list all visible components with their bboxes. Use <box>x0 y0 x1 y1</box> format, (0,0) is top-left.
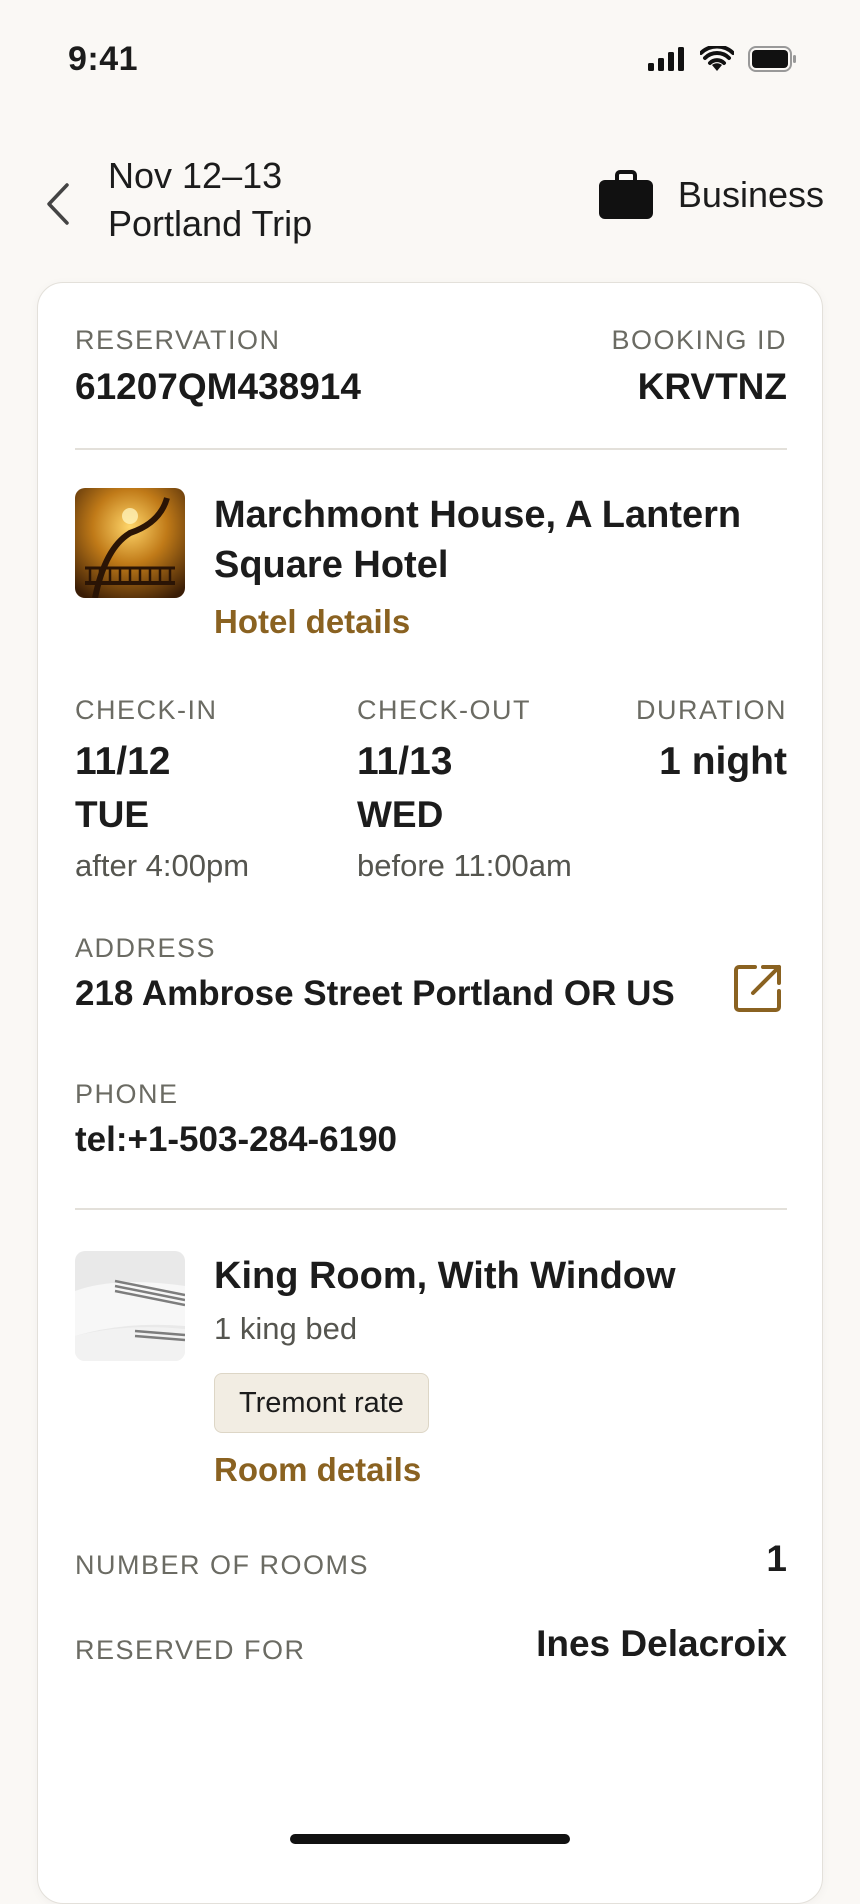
status-icons <box>648 46 798 72</box>
external-link-icon <box>734 965 781 1012</box>
address-section: ADDRESS 218 Ambrose Street Portland OR U… <box>75 933 787 1043</box>
divider <box>75 1208 787 1210</box>
trip-title: Nov 12–13 Portland Trip <box>108 152 312 248</box>
checkout-label: CHECK-OUT <box>357 695 531 725</box>
number-of-rooms-row: NUMBER OF ROOMS 1 <box>75 1538 787 1598</box>
phone-label: PHONE <box>75 1079 179 1109</box>
address-value: 218 Ambrose Street Portland OR US <box>75 974 675 1013</box>
briefcase-icon <box>598 170 653 219</box>
cellular-signal-icon <box>648 47 684 71</box>
room-name: King Room, With Window <box>214 1255 676 1297</box>
duration-label: DURATION <box>636 695 787 725</box>
hotel-section: Marchmont House, A Lantern Square Hotel … <box>75 488 787 648</box>
trip-dates: Nov 12–13 <box>108 155 283 196</box>
hotel-photo <box>75 488 185 598</box>
battery-icon <box>748 46 796 72</box>
reservation-row: RESERVATION 61207QM438914 BOOKING ID KRV… <box>75 325 787 415</box>
checkin-time: after 4:00pm <box>75 848 250 883</box>
duration-column: DURATION 1 night <box>636 695 787 784</box>
trip-type-selector[interactable]: Business <box>598 170 824 220</box>
chevron-left-icon <box>47 183 69 225</box>
status-bar: 9:41 <box>0 0 860 110</box>
rate-badge: Tremont rate <box>214 1373 429 1433</box>
status-time: 9:41 <box>68 40 139 78</box>
checkin-label: CHECK-IN <box>75 695 218 725</box>
room-photo <box>75 1251 185 1361</box>
divider <box>75 448 787 450</box>
trip-header: Nov 12–13 Portland Trip Business <box>0 140 860 260</box>
hotel-details-link[interactable]: Hotel details <box>214 603 410 641</box>
back-button[interactable] <box>38 174 78 234</box>
phone-value[interactable]: tel:+1-503-284-6190 <box>75 1120 787 1160</box>
open-map-button[interactable] <box>733 963 783 1013</box>
room-section: King Room, With Window 1 king bed Tremon… <box>75 1251 787 1501</box>
trip-name: Portland Trip <box>108 203 313 244</box>
booking-id-label: BOOKING ID <box>611 325 787 355</box>
checkin-date: 11/12 <box>75 740 171 783</box>
trip-type-label: Business <box>677 174 824 215</box>
checkout-time: before 11:00am <box>357 848 572 883</box>
checkout-day: WED <box>357 794 444 835</box>
duration-value: 1 night <box>659 740 787 783</box>
stay-dates: CHECK-IN 11/12 TUE after 4:00pm CHECK-OU… <box>75 695 787 883</box>
address-label: ADDRESS <box>75 933 217 963</box>
rooms-value: 1 <box>766 1538 787 1579</box>
reservation-label: RESERVATION <box>75 325 281 355</box>
room-details-link[interactable]: Room details <box>214 1451 421 1489</box>
reserved-for-row: RESERVED FOR Ines Delacroix <box>75 1623 787 1683</box>
phone-section: PHONE tel:+1-503-284-6190 <box>75 1079 787 1169</box>
wifi-icon <box>700 46 734 71</box>
hotel-name: Marchmont House, A Lantern Square Hotel <box>214 494 742 586</box>
home-indicator[interactable] <box>290 1834 570 1844</box>
booking-id-value: KRVTNZ <box>637 366 787 407</box>
rooms-label: NUMBER OF ROOMS <box>75 1550 370 1580</box>
checkout-column: CHECK-OUT 11/13 WED before 11:00am <box>357 695 572 884</box>
reservation-number: 61207QM438914 <box>75 366 361 407</box>
checkin-day: TUE <box>75 794 149 835</box>
checkin-column: CHECK-IN 11/12 TUE after 4:00pm <box>75 695 249 884</box>
reserved-value: Ines Delacroix <box>536 1623 787 1664</box>
reservation-card: RESERVATION 61207QM438914 BOOKING ID KRV… <box>37 282 823 1904</box>
room-bed: 1 king bed <box>214 1311 358 1346</box>
reserved-label: RESERVED FOR <box>75 1635 306 1665</box>
checkout-date: 11/13 <box>357 740 453 783</box>
